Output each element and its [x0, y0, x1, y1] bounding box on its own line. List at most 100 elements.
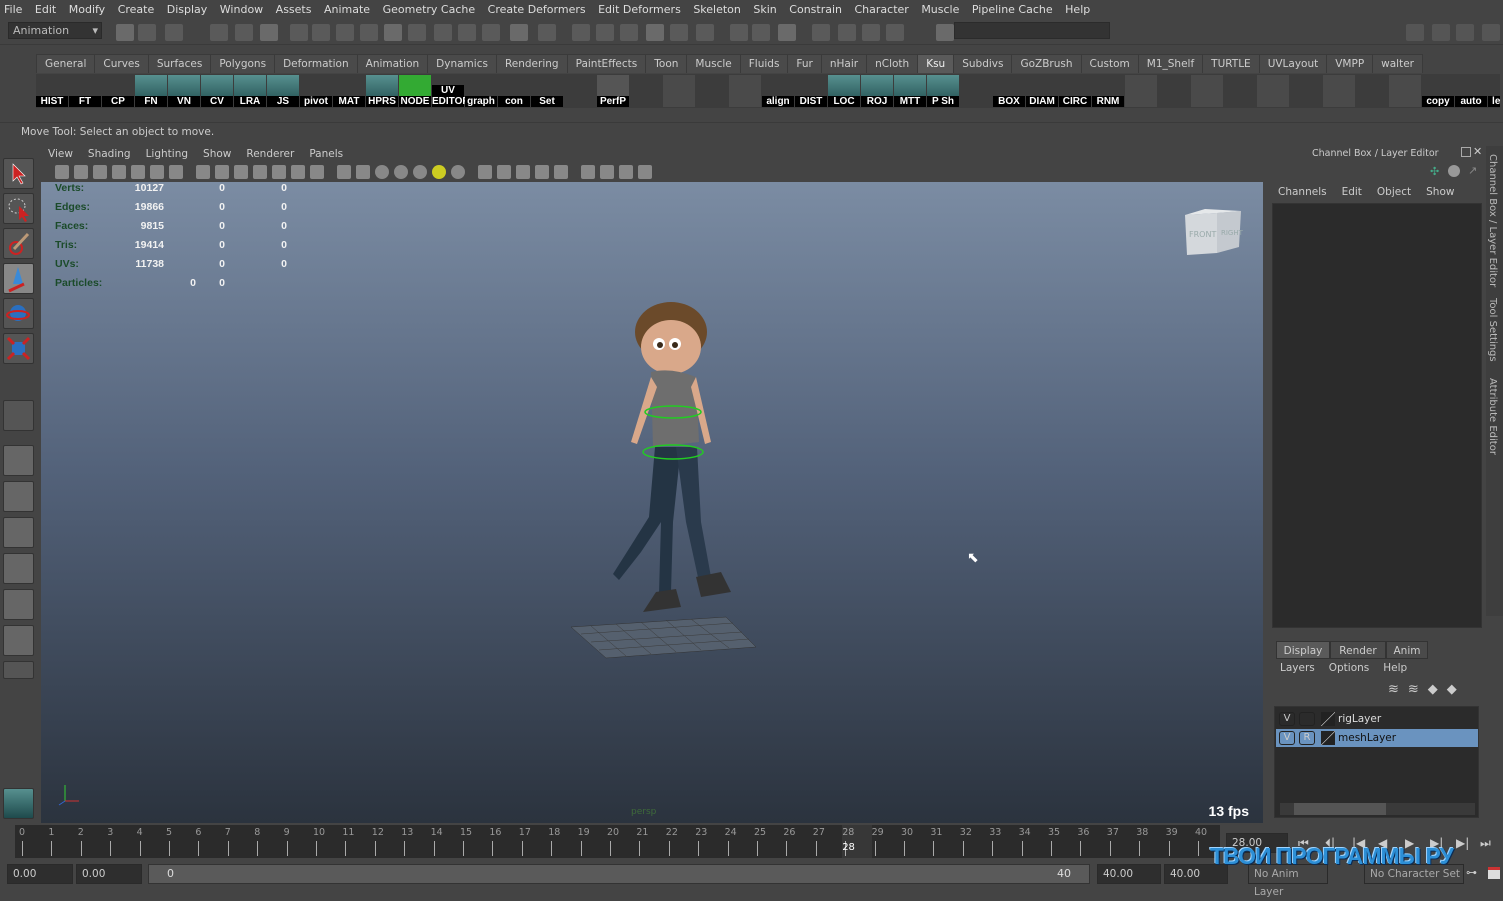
float-icon[interactable] — [1461, 147, 1471, 157]
shelf-tab-turtle[interactable]: TURTLE — [1202, 54, 1260, 73]
shelf-button-roj[interactable]: ROJ — [861, 75, 893, 107]
shelf-tab-polygons[interactable]: Polygons — [210, 54, 276, 73]
shelf-tab-deformation[interactable]: Deformation — [274, 54, 358, 73]
shelf-button-ft[interactable]: FT — [69, 75, 101, 107]
viewport-menu-lighting[interactable]: Lighting — [146, 146, 188, 163]
shelf-tab-painteffects[interactable]: PaintEffects — [566, 54, 647, 73]
status-tool-icon[interactable] — [312, 24, 330, 41]
shelf-tab-vmpp[interactable]: VMPP — [1326, 54, 1374, 73]
shelf-button-lra[interactable]: LRA — [234, 75, 266, 107]
menu-window[interactable]: Window — [220, 3, 263, 16]
viewport-toolbar-icon[interactable] — [234, 165, 248, 179]
status-tool-icon[interactable] — [696, 24, 714, 41]
time-ruler[interactable]: 0 1 2 3 4 5 6 7 8 9 10 11 12 13 14 15 16 17 18 19 20 21 22 23 24… — [15, 825, 1220, 858]
viewport-toolbar-icon[interactable] — [74, 165, 88, 179]
viewport-toolbar-icon[interactable] — [215, 165, 229, 179]
status-tool-icon[interactable] — [620, 24, 638, 41]
shelf-tab-uvlayout[interactable]: UVLayout — [1258, 54, 1328, 73]
viewport-toolbar-icon[interactable] — [600, 165, 614, 179]
menu-edit-deformers[interactable]: Edit Deformers — [598, 3, 681, 16]
status-tool-icon[interactable] — [1482, 24, 1500, 41]
lasso-tool-icon[interactable] — [3, 193, 34, 224]
shelf-button-js[interactable]: JS — [267, 75, 299, 107]
shelf-tab-muscle[interactable]: Muscle — [686, 54, 741, 73]
channel-menu-show[interactable]: Show — [1426, 186, 1454, 198]
anim-start-field[interactable]: 0.00 — [7, 864, 73, 884]
status-tool-icon[interactable] — [1406, 24, 1424, 41]
shelf-button[interactable] — [696, 75, 728, 107]
go-to-end-icon[interactable]: ⏭ — [1480, 836, 1491, 851]
menu-skeleton[interactable]: Skeleton — [693, 3, 741, 16]
shelf-button[interactable] — [1356, 75, 1388, 107]
shelf-button-mat[interactable]: MAT — [333, 75, 365, 107]
menu-animate[interactable]: Animate — [324, 3, 370, 16]
menu-assets[interactable]: Assets — [276, 3, 312, 16]
shelf-button[interactable] — [1224, 75, 1256, 107]
side-tab-attribute-editor[interactable]: Attribute Editor — [1487, 378, 1498, 455]
viewport-menu-show[interactable]: Show — [203, 146, 231, 163]
shelf-button[interactable] — [564, 75, 596, 107]
viewport-toolbar-icon[interactable] — [535, 165, 549, 179]
view-cube[interactable]: FRONT RIGHT — [1181, 209, 1243, 261]
status-tool-icon[interactable] — [260, 24, 278, 41]
shelf-script-icon[interactable] — [3, 788, 34, 819]
shelf-button-lengt[interactable]: lengt — [1488, 75, 1500, 107]
shelf-button-set[interactable]: Set — [531, 75, 563, 107]
shelf-button[interactable] — [630, 75, 662, 107]
menu-create[interactable]: Create — [118, 3, 155, 16]
viewport-toolbar-icon[interactable] — [451, 165, 465, 179]
shelf-button-mtt[interactable]: MTT — [894, 75, 926, 107]
shelf-tab-subdivs[interactable]: Subdivs — [953, 54, 1013, 73]
viewport-toolbar-icon[interactable] — [253, 165, 267, 179]
viewport-menu-renderer[interactable]: Renderer — [246, 146, 294, 163]
status-tool-icon[interactable] — [336, 24, 354, 41]
persp-graph-hypershade-layout-icon[interactable] — [3, 625, 34, 656]
status-tool-icon[interactable] — [482, 24, 500, 41]
shelf-tab-curves[interactable]: Curves — [94, 54, 149, 73]
shelf-tab-nhair[interactable]: nHair — [820, 54, 868, 73]
last-tool-icon[interactable] — [3, 400, 34, 431]
layer-menu-help[interactable]: Help — [1383, 662, 1407, 674]
viewport-toolbar-icon[interactable] — [310, 165, 324, 179]
layer-menu-options[interactable]: Options — [1329, 662, 1370, 674]
quick-select-field[interactable] — [954, 22, 1110, 39]
menu-constrain[interactable]: Constrain — [789, 3, 842, 16]
menu-modify[interactable]: Modify — [69, 3, 105, 16]
paint-select-tool-icon[interactable] — [3, 228, 34, 259]
layer-visibility-toggle[interactable]: V — [1279, 712, 1295, 726]
side-tab-channel-box[interactable]: Channel Box / Layer Editor — [1487, 154, 1498, 287]
status-tool-icon[interactable] — [752, 24, 770, 41]
persp-graph-layout-icon[interactable] — [3, 553, 34, 584]
shelf-button-cv[interactable]: CV — [201, 75, 233, 107]
shelf-button-circ[interactable]: CIRC — [1059, 75, 1091, 107]
viewport-toolbar-icon[interactable] — [413, 165, 427, 179]
layer-visibility-toggle[interactable]: V — [1279, 731, 1295, 745]
viewport-toolbar-icon[interactable] — [638, 165, 652, 179]
viewport-toolbar-icon[interactable] — [554, 165, 568, 179]
viewport-toolbar-icon[interactable] — [432, 165, 446, 179]
menu-help[interactable]: Help — [1065, 3, 1090, 16]
shelf-button[interactable] — [663, 75, 695, 107]
shelf-button[interactable] — [1389, 75, 1421, 107]
shelf-button-copy[interactable]: copy — [1422, 75, 1454, 107]
status-tool-icon[interactable] — [1432, 24, 1450, 41]
menu-create-deformers[interactable]: Create Deformers — [488, 3, 586, 16]
outliner-persp-layout-icon[interactable] — [3, 517, 34, 548]
status-tool-icon[interactable] — [116, 24, 134, 41]
status-tool-icon[interactable] — [165, 24, 183, 41]
viewport-toolbar-icon[interactable] — [131, 165, 145, 179]
shelf-button-uv-editor[interactable]: UV EDITOR — [432, 75, 470, 107]
shelf-button-vn[interactable]: VN — [168, 75, 200, 107]
layer-display-type-toggle[interactable]: R — [1299, 731, 1315, 745]
viewport-menu-panels[interactable]: Panels — [309, 146, 343, 163]
status-tool-icon[interactable] — [138, 24, 156, 41]
shelf-button-hprs[interactable]: HPRS — [366, 75, 398, 107]
layer-action-icons[interactable]: ≋≋◆◆ — [1388, 682, 1466, 697]
channel-menu-edit[interactable]: Edit — [1342, 186, 1362, 198]
status-tool-icon[interactable] — [458, 24, 476, 41]
four-pane-layout-icon[interactable] — [3, 481, 34, 512]
shelf-button-auto[interactable]: auto — [1455, 75, 1487, 107]
shelf-tab-gozbrush[interactable]: GoZBrush — [1011, 54, 1082, 73]
layer-display-type-toggle[interactable] — [1299, 712, 1315, 726]
shelf-tab-rendering[interactable]: Rendering — [495, 54, 568, 73]
